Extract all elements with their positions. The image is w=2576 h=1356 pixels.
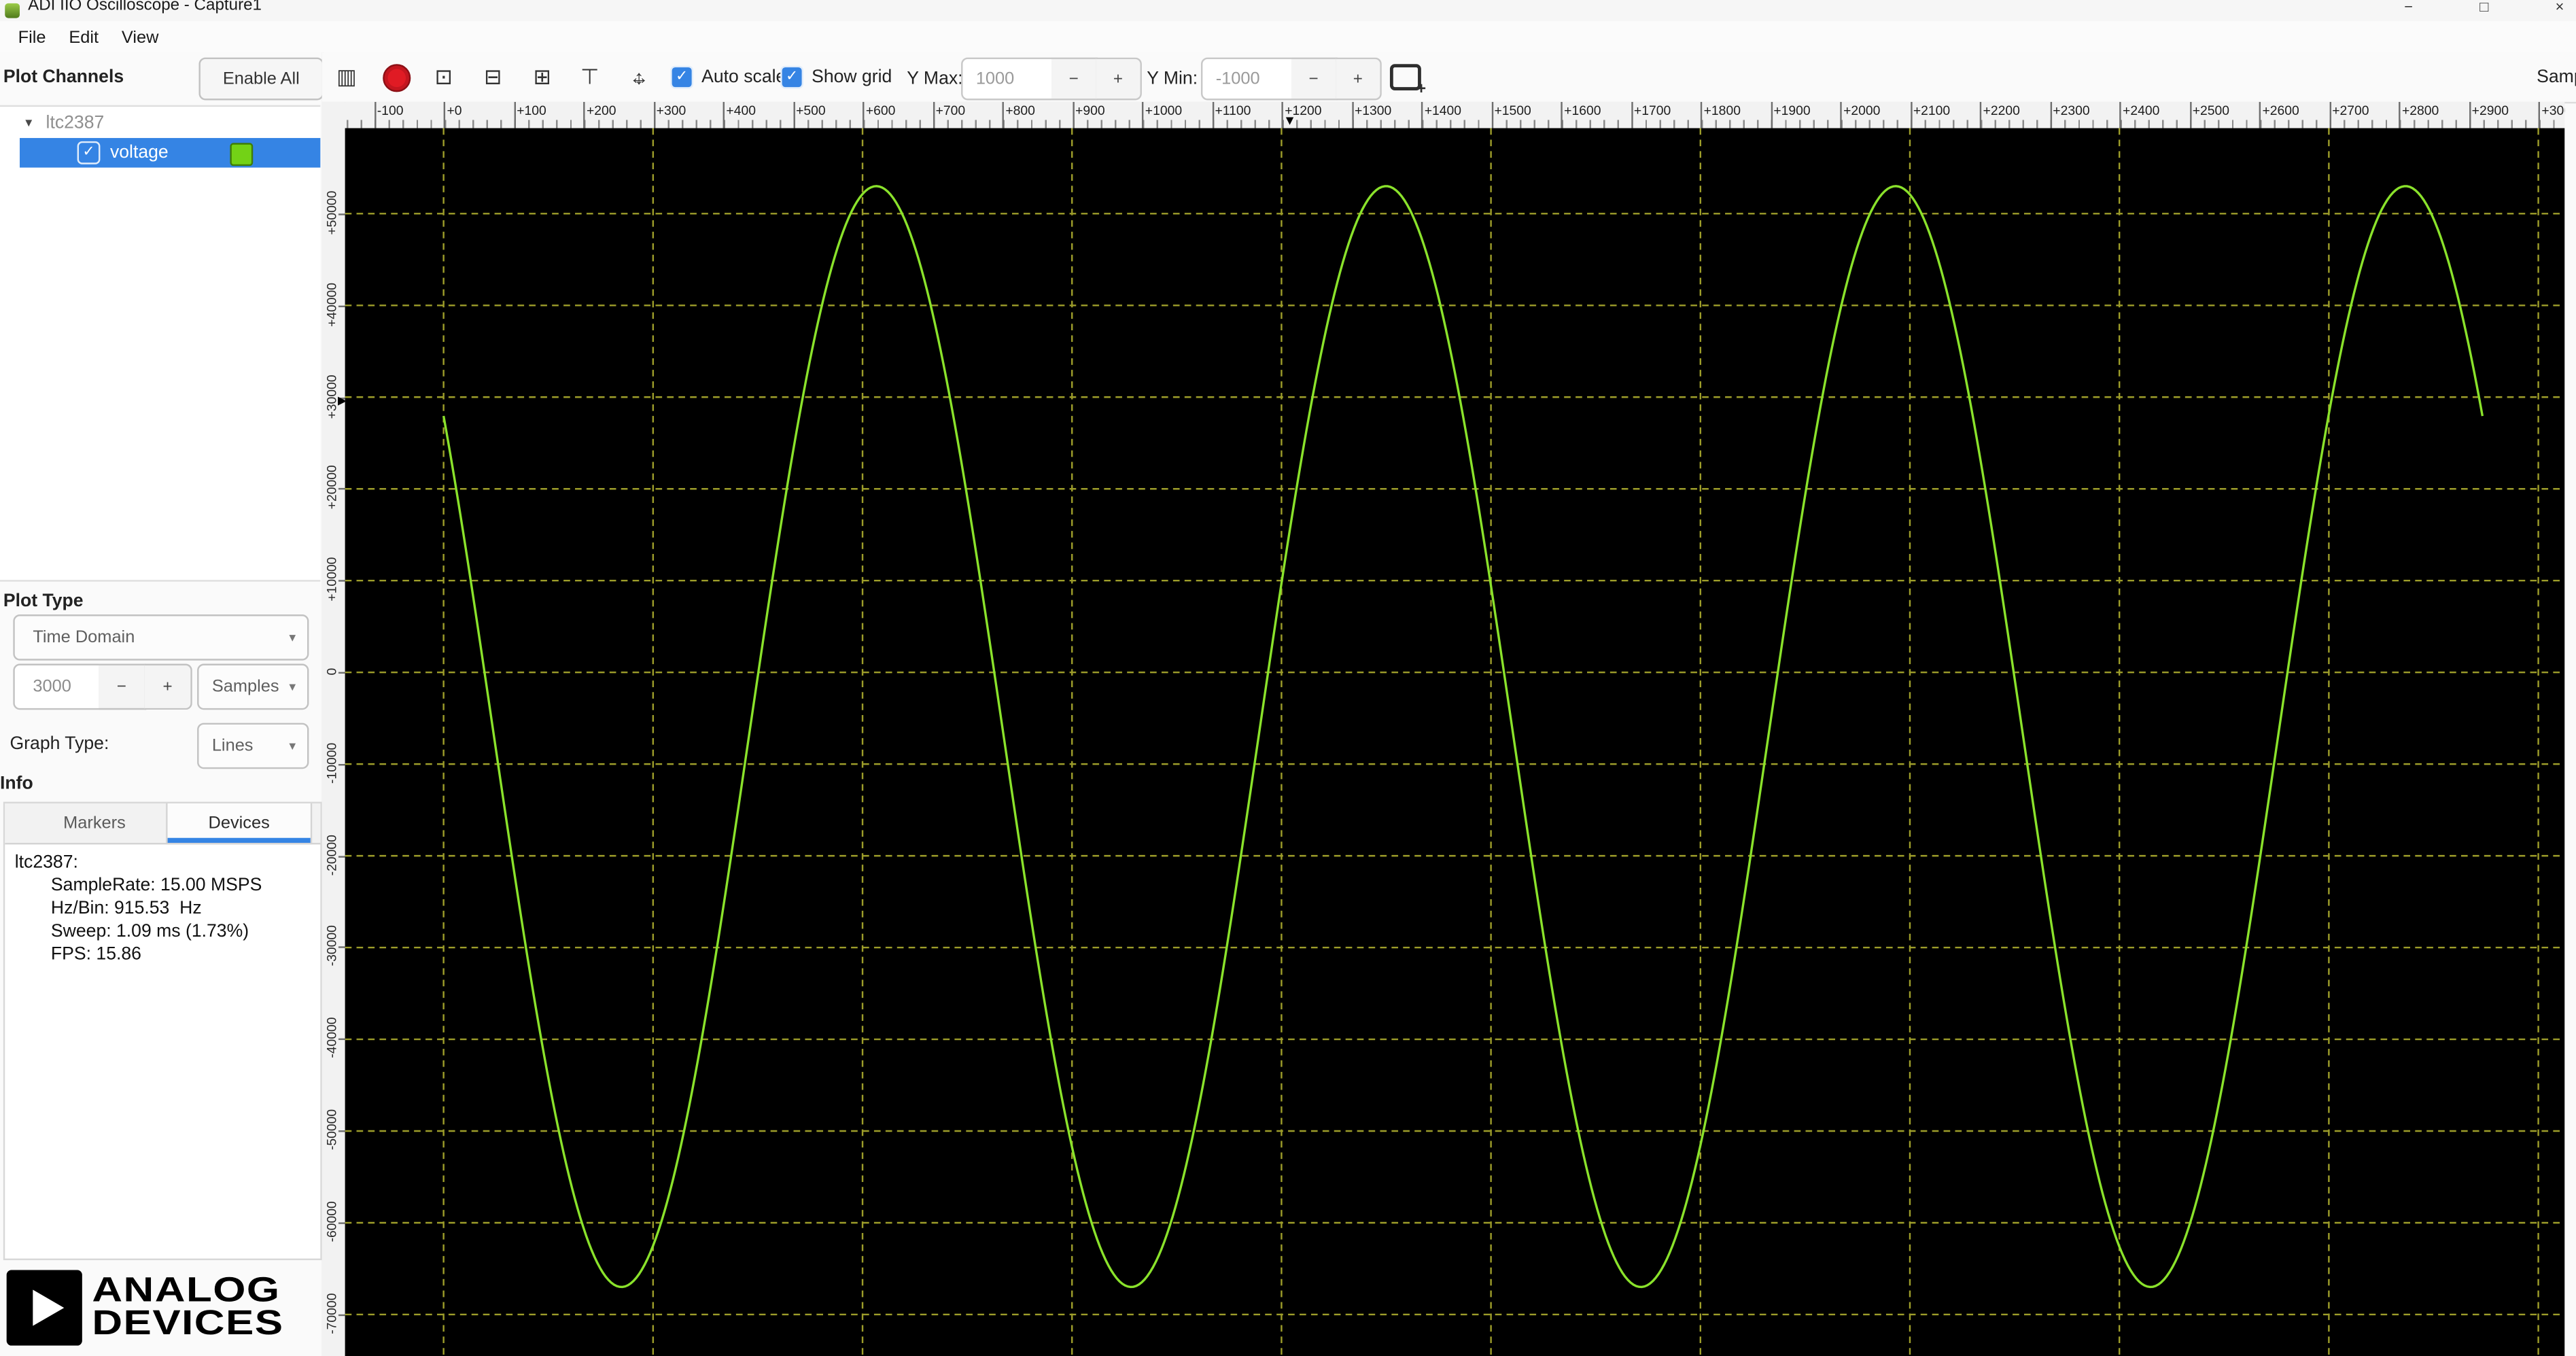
record-button[interactable]	[377, 58, 416, 97]
sidebar: Plot Channels Enable All ▼ ltc2387 ✓ vol…	[0, 52, 324, 1356]
channel-color-swatch[interactable]	[230, 143, 254, 167]
y-axis-tickmark	[338, 1313, 345, 1316]
adi-logo-text: ANALOG DEVICES	[92, 1271, 284, 1342]
graph-type-value: Lines	[211, 735, 254, 756]
menu-edit[interactable]: Edit	[57, 24, 110, 50]
minimize-button[interactable]: −	[2399, 0, 2418, 15]
chevron-down-icon: ▾	[289, 679, 296, 695]
adi-triangle-icon	[33, 1289, 65, 1326]
maximize-button[interactable]: □	[2474, 0, 2494, 15]
device-info-panel: ltc2387: SampleRate: 15.00 MSPS Hz/Bin: …	[5, 843, 320, 1259]
menu-file[interactable]: File	[7, 24, 58, 50]
expander-icon[interactable]: ▼	[23, 118, 35, 129]
chevron-down-icon: ▾	[289, 738, 296, 754]
plot-type-title: Plot Type	[3, 591, 84, 612]
samples-decrement-button[interactable]: −	[99, 663, 147, 710]
auto-scale-label: Auto scale	[701, 67, 786, 88]
waveform-svg	[345, 128, 2565, 1356]
info-title: Info	[0, 773, 33, 794]
adi-logo-line1: ANALOG	[92, 1271, 281, 1310]
graph-type-label: Graph Type:	[10, 734, 109, 754]
x-axis-ruler[interactable]: ▼ -100 +0 +100 +200 +300 +400 +500 +600 +700 +800…	[345, 101, 2565, 128]
plot-type-value: Time Domain	[33, 627, 135, 648]
y-axis-ruler[interactable]: ▶ +50000+40000+30000+20000+100000-10000-…	[321, 101, 345, 1356]
samples-unit-value: Samples	[211, 676, 279, 697]
y-max-increment-button[interactable]: +	[1096, 57, 1142, 101]
samples-increment-button[interactable]: +	[144, 663, 192, 710]
waveform-trace	[442, 185, 2484, 1289]
y-axis-tickmark	[338, 213, 345, 215]
y-axis-tickmark	[338, 580, 345, 583]
device-label: ltc2387	[46, 113, 105, 133]
info-tabbar: Markers Devices	[5, 803, 321, 845]
y-axis-tickmark	[338, 672, 345, 674]
plot-toolbar: ▥ ⊡ ⊟ ⊞ ⊤ ↔ ↕ ✓ Auto scale ✓ Show grid Y…	[321, 52, 2576, 104]
y-min-label: Y Min:	[1147, 69, 1198, 89]
plus-icon: +	[1416, 80, 1427, 99]
info-line-sweep: Sweep: 1.09 ms (1.73%)	[50, 922, 249, 942]
y-max-decrement-button[interactable]: −	[1051, 57, 1098, 101]
info-line-hzbin: Hz/Bin: 915.53 Hz	[50, 899, 202, 919]
playback-frames-button[interactable]: ▥	[327, 58, 366, 97]
info-line-samplerate: SampleRate: 15.00 MSPS	[50, 875, 262, 896]
application-window: ADI IIO Oscilloscope - Capture1 − □ × Fi…	[0, 0, 2576, 1356]
tree-channel-row[interactable]: ✓ voltage	[20, 138, 321, 168]
y-axis-tickmark	[338, 947, 345, 949]
channel-checkbox[interactable]: ✓	[77, 141, 101, 164]
marker-button[interactable]: ⊤	[570, 58, 610, 97]
y-axis-tickmark	[338, 1130, 345, 1132]
pan-button[interactable]: ↔ ↕	[619, 58, 659, 97]
enable-all-button[interactable]: Enable All	[198, 57, 322, 101]
pan-vertical-icon: ↕	[634, 65, 644, 89]
y-axis-tickmark	[338, 763, 345, 765]
auto-scale-option: ✓ Auto scale	[670, 65, 786, 89]
window-title: ADI IIO Oscilloscope - Capture1	[28, 0, 262, 15]
plot-area[interactable]	[345, 128, 2565, 1356]
show-grid-checkbox[interactable]: ✓	[780, 65, 804, 89]
app-icon	[5, 3, 20, 18]
close-button[interactable]: ×	[2549, 0, 2569, 15]
grid-button[interactable]: ⊞	[523, 58, 562, 97]
new-plot-button[interactable]: +	[1387, 59, 1426, 99]
y-min-increment-button[interactable]: +	[1336, 57, 1382, 101]
tab-markers[interactable]: Markers	[23, 803, 166, 843]
info-line-fps: FPS: 15.86	[50, 944, 141, 964]
channel-label: voltage	[109, 143, 169, 163]
record-icon	[381, 63, 411, 92]
y-min-decrement-button[interactable]: −	[1291, 57, 1338, 101]
zoom-fit-button[interactable]: ⊡	[424, 58, 464, 97]
zoom-out-button[interactable]: ⊟	[473, 58, 512, 97]
x-ruler-marker-icon[interactable]: ▼	[1283, 114, 1296, 128]
info-notebook: Markers Devices ltc2387: SampleRate: 15.…	[3, 801, 322, 1260]
window-titlebar[interactable]: ADI IIO Oscilloscope - Capture1 − □ ×	[0, 0, 2576, 22]
adi-logo: ANALOG DEVICES	[6, 1270, 283, 1346]
tab-devices[interactable]: Devices	[166, 803, 313, 844]
adi-logo-mark	[6, 1270, 82, 1346]
y-max-label: Y Max:	[907, 69, 963, 89]
auto-scale-checkbox[interactable]: ✓	[670, 65, 694, 89]
plot-channels-title: Plot Channels	[3, 67, 124, 88]
menubar: File Edit View	[0, 21, 2576, 54]
y-axis-tickmark	[338, 305, 345, 307]
window-controls: − □ ×	[2399, 0, 2569, 15]
y-axis-tickmark	[338, 855, 345, 857]
y-axis-tickmark	[338, 488, 345, 491]
menu-view[interactable]: View	[110, 24, 170, 50]
toolbar-right-clipped-text: Samp	[2537, 67, 2576, 88]
chevron-down-icon: ▾	[289, 629, 296, 645]
tree-device-row[interactable]: ▼ ltc2387	[0, 109, 104, 139]
show-grid-option: ✓ Show grid	[780, 65, 892, 89]
graph-type-dropdown[interactable]: Lines ▾	[197, 723, 309, 769]
y-ruler-marker-icon[interactable]: ▶	[338, 395, 345, 408]
info-device-name: ltc2387:	[14, 852, 78, 873]
y-axis-tickmark	[338, 1221, 345, 1224]
channel-tree: ▼ ltc2387 ✓ voltage	[0, 105, 321, 582]
show-grid-label: Show grid	[812, 67, 892, 88]
adi-logo-line2: DEVICES	[92, 1304, 284, 1342]
samples-unit-dropdown[interactable]: Samples ▾	[197, 663, 309, 710]
plot-type-dropdown[interactable]: Time Domain ▾	[13, 614, 309, 661]
y-axis-tickmark	[338, 1039, 345, 1041]
